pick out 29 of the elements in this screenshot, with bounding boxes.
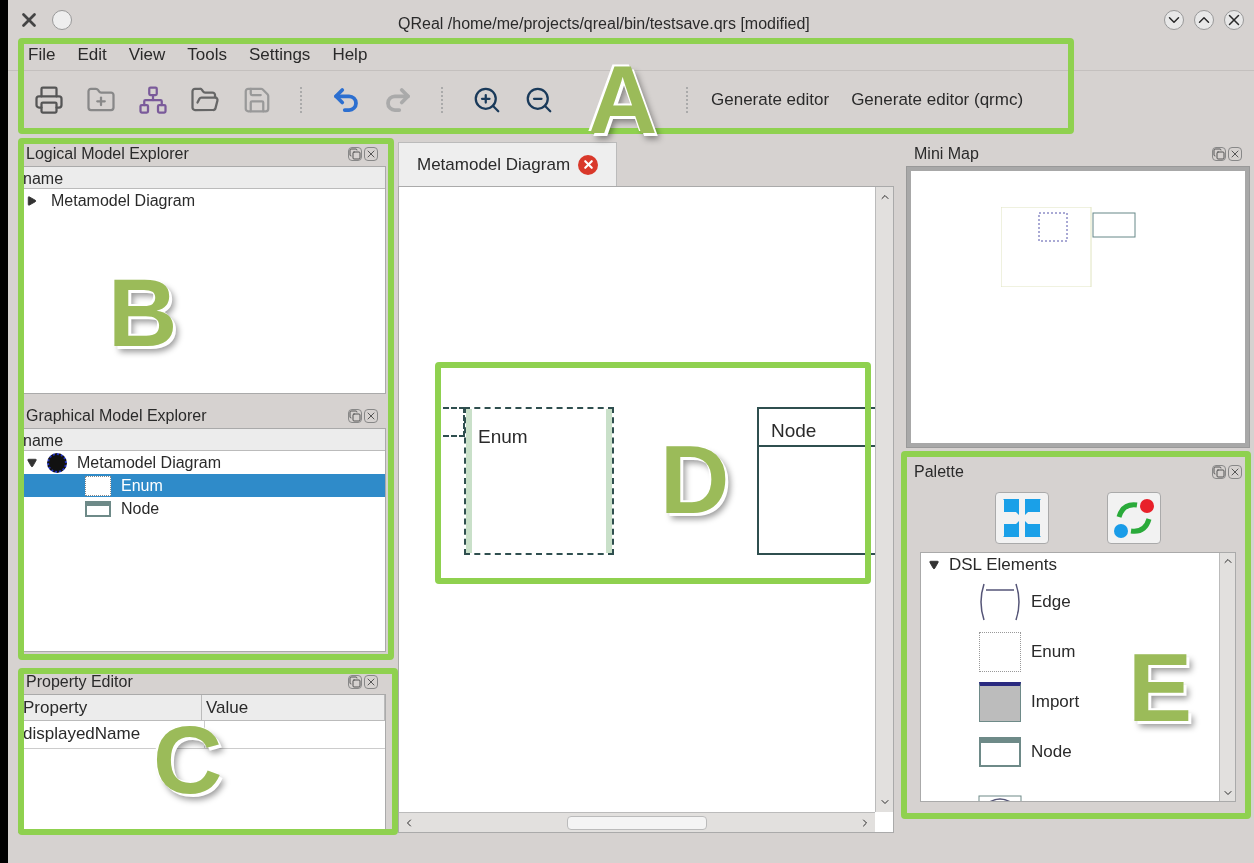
group-header[interactable]: DSL Elements bbox=[921, 553, 1219, 577]
menu-item[interactable]: Edit bbox=[77, 42, 107, 68]
column-header: Property bbox=[19, 695, 202, 720]
annotation-letter: E bbox=[1128, 640, 1193, 736]
menu-item[interactable]: File bbox=[28, 42, 56, 68]
palette-item[interactable]: Import bbox=[977, 677, 1080, 727]
panel-title: Logical Model Explorer bbox=[26, 144, 189, 164]
annotation-letter: D bbox=[660, 432, 730, 528]
palette-item[interactable]: Edge bbox=[977, 577, 1071, 627]
menu-item[interactable]: Help bbox=[332, 42, 368, 68]
panel-title: Mini Map bbox=[914, 144, 979, 164]
panel-title: Property Editor bbox=[26, 672, 133, 692]
menu-item[interactable]: View bbox=[128, 42, 166, 68]
tree-item[interactable]: Metamodel Diagram bbox=[19, 451, 385, 474]
panel-title: Graphical Model Explorer bbox=[26, 406, 207, 426]
tab[interactable]: Metamodel Diagram bbox=[398, 142, 618, 186]
column-header: Value bbox=[202, 695, 385, 720]
toolbar-action[interactable]: Generate editor bbox=[711, 86, 830, 113]
window-title: QReal /home/me/projects/qreal/bin/testsave.qrs [modified] bbox=[398, 14, 810, 34]
toolbar-action[interactable]: Generate editor (qrmc) bbox=[851, 86, 1024, 113]
palette-item[interactable]: Node bbox=[977, 727, 1072, 777]
tree-item[interactable]: Metamodel Diagram bbox=[19, 189, 385, 212]
annotation-letter: B bbox=[108, 265, 178, 361]
palette-item[interactable]: Enum bbox=[977, 627, 1076, 677]
menu-item[interactable]: Settings bbox=[248, 42, 311, 68]
menu-item[interactable]: Tools bbox=[187, 42, 227, 68]
enum-node[interactable]: Enum bbox=[464, 407, 614, 555]
panel-title: Palette bbox=[914, 462, 964, 482]
tree-item[interactable]: Node bbox=[19, 497, 385, 520]
